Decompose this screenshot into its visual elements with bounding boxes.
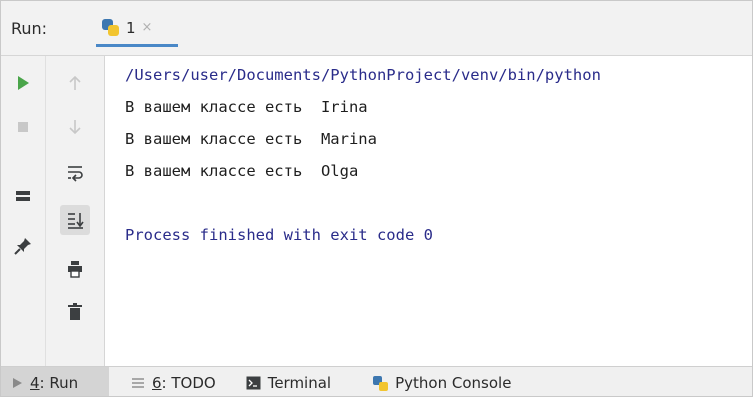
console-line: В вашем классе есть Olga bbox=[125, 162, 359, 180]
print-button[interactable] bbox=[62, 256, 88, 282]
pin-icon bbox=[14, 238, 31, 255]
scroll-to-end-button[interactable] bbox=[60, 205, 90, 235]
run-tab-label: 1 bbox=[126, 18, 136, 37]
run-toolbar-right bbox=[46, 56, 105, 366]
rerun-button[interactable] bbox=[10, 70, 36, 96]
scroll-to-end-icon bbox=[68, 213, 84, 229]
python-icon bbox=[102, 18, 120, 37]
stop-button[interactable] bbox=[10, 114, 36, 140]
soft-wrap-icon bbox=[68, 166, 83, 182]
terminal-icon bbox=[246, 376, 261, 390]
process-finished-message: Process finished with exit code 0 bbox=[125, 226, 433, 244]
stop-icon bbox=[18, 122, 28, 132]
run-tool-window: Run: 1 × /Users/user/Documents/PythonPro… bbox=[0, 0, 753, 397]
trash-icon bbox=[68, 303, 82, 320]
tool-window-bar: 4: Run 6: TODO Terminal Python Console bbox=[1, 366, 752, 396]
console-line: В вашем классе есть Marina bbox=[125, 130, 377, 148]
todo-tool-button[interactable]: 6: TODO bbox=[119, 367, 228, 396]
run-icon bbox=[18, 76, 29, 90]
list-icon bbox=[132, 378, 144, 388]
python-console-tool-button[interactable]: Python Console bbox=[361, 367, 523, 396]
terminal-tool-button[interactable]: Terminal bbox=[234, 367, 343, 396]
previous-occurrence-button[interactable] bbox=[62, 70, 88, 96]
python-console-tool-label: Python Console bbox=[395, 374, 512, 392]
run-header: Run: 1 × bbox=[1, 1, 752, 56]
todo-tool-label: 6: TODO bbox=[152, 374, 216, 392]
run-icon bbox=[13, 378, 22, 388]
layout-icon bbox=[16, 191, 30, 201]
close-icon[interactable]: × bbox=[142, 20, 153, 35]
run-label: Run: bbox=[11, 19, 48, 38]
soft-wrap-button[interactable] bbox=[62, 160, 88, 186]
python-icon bbox=[373, 375, 389, 391]
arrow-up-icon bbox=[69, 75, 81, 90]
console-line: В вашем классе есть Irina bbox=[125, 98, 368, 116]
run-tool-button[interactable]: 4: Run bbox=[1, 367, 109, 396]
run-tool-label: 4: Run bbox=[30, 374, 79, 392]
restore-layout-button[interactable] bbox=[10, 183, 36, 209]
print-icon bbox=[68, 261, 82, 278]
next-occurrence-button[interactable] bbox=[62, 114, 88, 140]
pin-tab-button[interactable] bbox=[10, 233, 36, 259]
interpreter-path: /Users/user/Documents/PythonProject/venv… bbox=[125, 66, 601, 84]
clear-all-button[interactable] bbox=[62, 299, 88, 325]
terminal-tool-label: Terminal bbox=[267, 374, 332, 392]
run-tab[interactable]: 1 × bbox=[96, 11, 178, 47]
run-toolbar-left bbox=[1, 56, 46, 366]
arrow-down-icon bbox=[69, 120, 81, 135]
console-output[interactable]: /Users/user/Documents/PythonProject/venv… bbox=[105, 56, 752, 366]
